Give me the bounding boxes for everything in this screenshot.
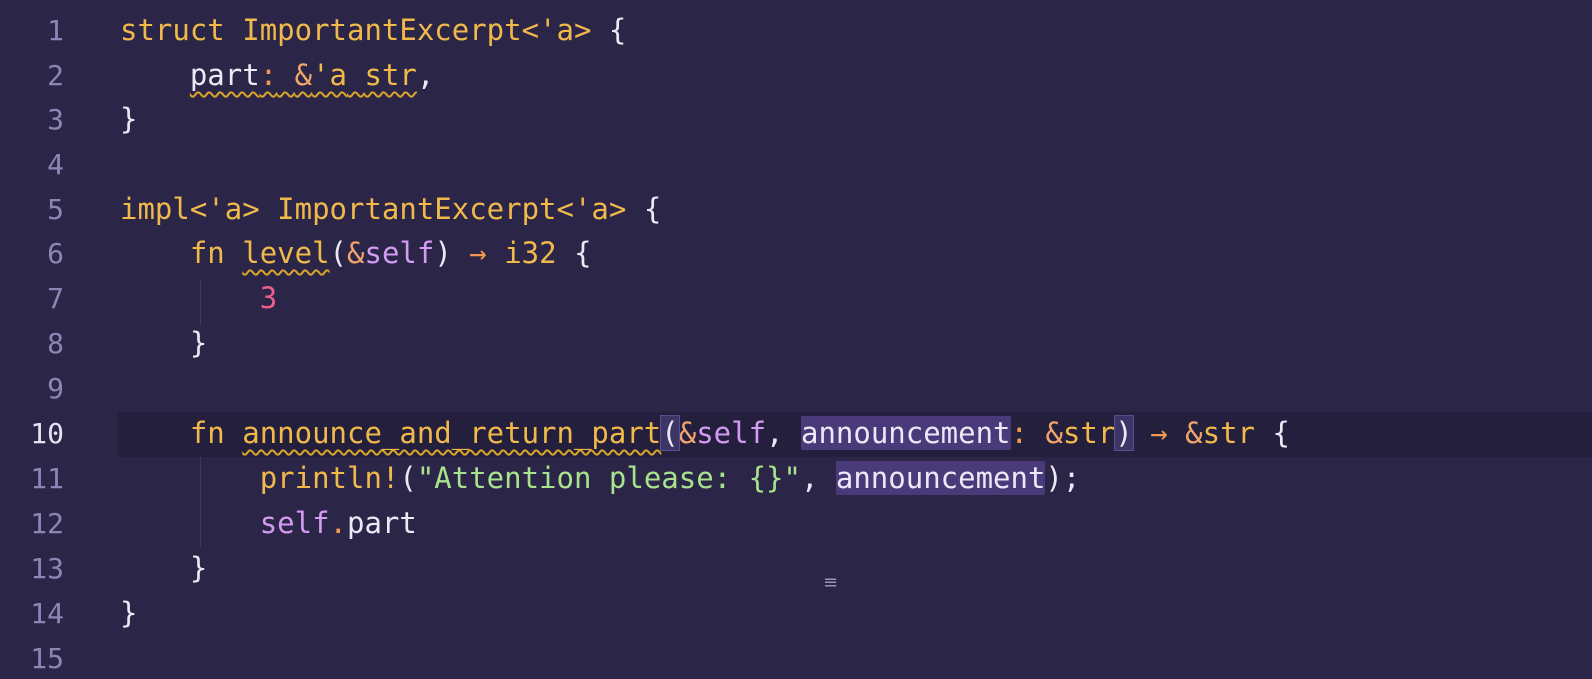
reference-op: & [294,58,313,92]
paren-match: ) [1114,415,1134,451]
function-name[interactable]: level [242,236,329,270]
paren: ); [1045,461,1081,495]
reference-op: & [1185,416,1203,450]
brace: } [120,102,138,136]
line-number: 11 [30,462,64,495]
keyword: fn [189,416,225,450]
code-line-1[interactable]: struct ImportantExcerpt<'a> { [120,8,626,53]
line-number: 1 [47,14,64,47]
lifetime: <'a> [556,192,627,226]
keyword: fn [189,236,225,270]
type-name: str [1062,416,1116,450]
reference-op: & [678,416,697,450]
code-line-12[interactable]: self.part [120,501,417,546]
brace: { [643,192,662,226]
comma: , [416,58,435,92]
reference-op: & [347,236,365,270]
code-line-3[interactable]: } [120,97,137,142]
return-arrow: → [469,236,487,270]
string-literal: "Attention please: {}" [416,461,801,495]
code-line-13[interactable]: } [120,546,207,591]
keyword: struct [120,13,225,47]
line-number-gutter: 1 2 3 4 5 6 7 8 9 10 11 12 13 14 15 [0,0,100,679]
number-literal: 3 [259,281,278,315]
line-number: 2 [47,59,64,92]
code-line-11[interactable]: println!("Attention please: {}", announc… [120,456,1080,501]
colon: : [259,58,278,92]
brace: } [120,596,138,630]
code-line-6[interactable]: fn level(&self) → i32 { [120,231,592,276]
keyword: impl [120,192,190,226]
type-name: str [1202,416,1256,450]
field-name: part [347,506,417,540]
line-number: 3 [47,103,64,136]
brace: { [608,13,627,47]
code-line-7[interactable]: 3 [120,276,277,321]
type-name: str [364,58,417,92]
paren: ) [434,236,452,270]
comma: , [800,461,819,495]
line-number: 13 [30,552,64,585]
field-name: part [189,58,260,92]
brace: { [574,236,592,270]
code-line-2[interactable]: part: &'a str, [120,53,435,98]
dot-operator: . [329,506,347,540]
code-line-10[interactable]: fn announce_and_return_part(&self, annou… [120,411,1290,456]
self-keyword: self [696,416,767,450]
code-line-14[interactable]: } [120,591,137,636]
line-number: 15 [30,642,64,675]
colon: : [1010,416,1028,450]
code-editor[interactable]: 1 2 3 4 5 6 7 8 9 10 11 12 13 14 15 stru… [0,0,1592,679]
return-arrow: → [1150,416,1168,450]
brace: } [189,551,208,585]
code-line-8[interactable]: } [120,321,207,366]
paren-match: ( [660,415,680,451]
reference-op: & [1045,416,1063,450]
function-name[interactable]: announce_and_return_part [242,416,661,450]
line-number: 12 [30,507,64,540]
mouse-cursor-icon: ≡ [823,572,839,593]
line-number: 6 [47,237,64,270]
lifetime: 'a [312,58,348,92]
macro-call: println! [259,461,400,495]
lifetime: <'a> [189,192,260,226]
line-number: 8 [47,327,64,360]
comma: , [766,416,784,450]
paren: ( [329,236,348,270]
lifetime: <'a> [521,13,592,47]
type-name: i32 [504,236,557,270]
param-highlight[interactable]: announcement [835,461,1046,495]
line-number: 14 [30,597,64,630]
type-name: ImportantExcerpt [277,192,557,226]
line-number: 4 [47,148,64,181]
warning-squiggle[interactable]: part: &'a str [190,58,417,92]
line-number-active: 10 [30,417,64,450]
type-name: ImportantExcerpt [242,13,522,47]
self-keyword: self [259,506,330,540]
brace: { [1272,416,1290,450]
line-number: 5 [47,193,64,226]
code-line-5[interactable]: impl<'a> ImportantExcerpt<'a> { [120,187,661,232]
line-number: 7 [47,282,64,315]
brace: } [189,326,208,360]
paren: ( [399,461,417,495]
line-number: 9 [47,372,64,405]
param-highlight[interactable]: announcement [800,416,1011,450]
self-keyword: self [364,236,435,270]
